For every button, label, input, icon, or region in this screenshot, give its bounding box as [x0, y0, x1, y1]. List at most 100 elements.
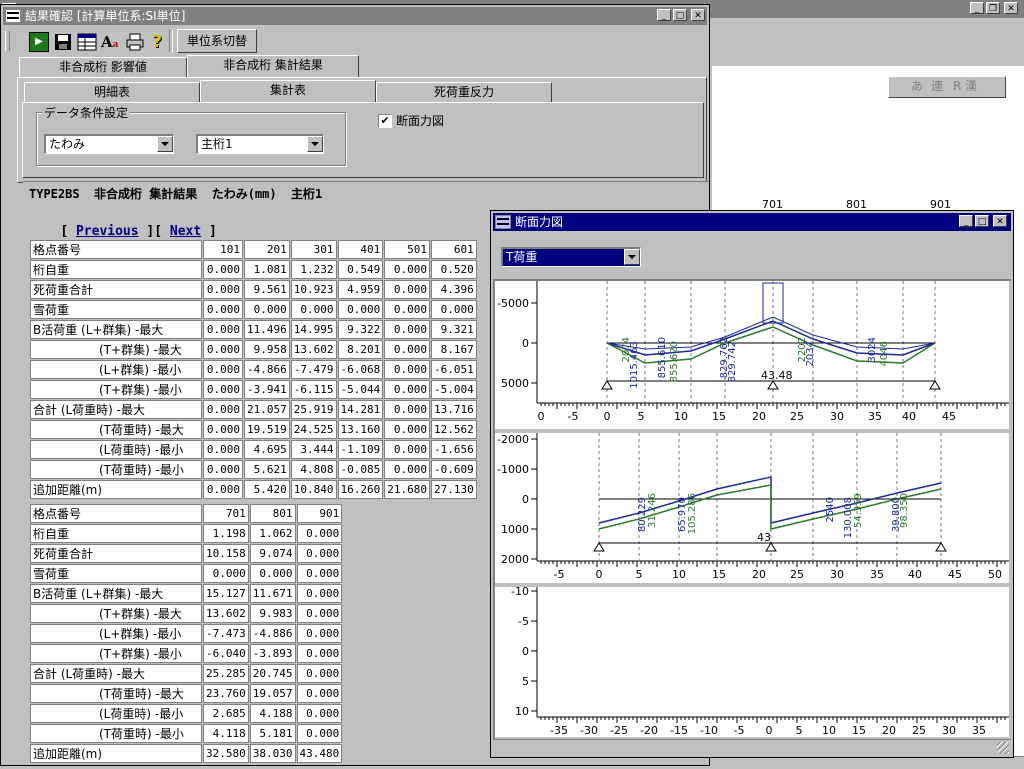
x-tick-label: 35 [972, 724, 986, 737]
moment-value-label: 1015.463 [629, 341, 640, 389]
bg-close-button[interactable]: ✕ [1004, 2, 1018, 14]
value-cell: 0.000 [296, 584, 343, 603]
tab-aggregate-results[interactable]: 非合成桁 集計結果 [187, 55, 359, 77]
value-cell: 5.420 [244, 480, 290, 499]
maximize-button[interactable]: □ [673, 9, 687, 21]
x-tick-label: 10 [672, 568, 686, 581]
tab-influence-values[interactable]: 非合成桁 影響値 [19, 57, 187, 77]
value-cell: -0.609 [431, 460, 477, 479]
value-cell: -5.004 [431, 380, 477, 399]
y-tick-label: 0 [522, 337, 529, 350]
x-tick-label: 15 [852, 724, 866, 737]
value-cell: 13.602 [290, 340, 337, 359]
moment-value-label: 855.620 [669, 341, 680, 382]
app-icon [5, 9, 21, 23]
table-row: 桁自重 0.000 1.081 1.232 0.549 0.000 0.520 [30, 260, 477, 279]
section-force-titlebar[interactable]: 断面力図 _ □ ✕ [493, 213, 1011, 231]
unit-switch-button[interactable]: 単位系切替 [177, 29, 257, 53]
y-tick-label: 0 [522, 645, 529, 658]
section-maximize-button[interactable]: □ [975, 215, 989, 227]
column-header-101: 101 [203, 240, 243, 259]
tab-details[interactable]: 明細表 [24, 82, 200, 102]
table-row: (L荷重時) -最小 0.000 4.695 3.444 -1.109 0.000 -1.6… [30, 440, 477, 459]
font-icon[interactable]: Aa [101, 32, 121, 52]
chevron-down-icon[interactable] [307, 136, 323, 152]
value-cell: 0.000 [431, 300, 477, 319]
x-tick-label: 25 [912, 724, 926, 737]
tab-dead-load-reaction[interactable]: 死荷重反力 [376, 82, 552, 102]
value-cell: -7.473 [203, 624, 249, 643]
summary-table-1: 格点番号 101 201 301 401 501 601 桁自重 0.000 1.081 1.232… [29, 239, 478, 500]
section-force-title: 断面力図 [515, 215, 564, 229]
save-icon[interactable] [53, 32, 73, 52]
table-row: B活荷重 (L+群集) -最大 0.000 11.496 14.995 9.322 0.0… [30, 320, 477, 339]
girder-select[interactable]: 主桁1 [196, 134, 324, 154]
result-window-titlebar[interactable]: 結果確認 [計算単位系:SI単位] _ □ ✕ [3, 7, 707, 25]
value-cell: 14.281 [337, 400, 384, 419]
value-cell: 3.444 [290, 440, 337, 459]
section-window-icon [495, 215, 511, 229]
x-tick-label: 25 [790, 568, 804, 581]
table-row: 桁自重 1.198 1.062 0.000 [30, 524, 343, 543]
x-tick-label: 15 [712, 410, 726, 423]
next-link[interactable]: Next [170, 224, 201, 239]
value-cell: 4.959 [337, 280, 384, 299]
column-header-601: 601 [431, 240, 477, 259]
value-cell: -6.051 [431, 360, 477, 379]
result-type-select[interactable]: たわみ [44, 134, 174, 154]
y-tick-label: -5 [518, 615, 529, 628]
minimize-button[interactable]: _ [657, 9, 671, 21]
bg-minimize-button[interactable]: _ [970, 2, 984, 14]
value-cell: 11.496 [244, 320, 290, 339]
value-cell: 0.000 [296, 724, 343, 743]
export-icon[interactable]: ▶ [29, 32, 49, 52]
table-row: (T荷重時) -最小 4.118 5.181 0.000 [30, 724, 343, 743]
row-label-cell: (L+群集) -最小 [30, 624, 202, 643]
summary-table-2: 格点番号 701 801 901 桁自重 1.198 1.062 0.000 死荷重合計 10.1… [29, 503, 344, 764]
section-minimize-button[interactable]: _ [959, 215, 973, 227]
bg-restore-button[interactable]: ❐ [986, 2, 1000, 14]
value-cell: 0.000 [296, 604, 343, 623]
resize-grip-icon[interactable] [997, 742, 1009, 754]
value-cell: 0.000 [244, 300, 290, 319]
support-triangle [935, 542, 947, 552]
previous-link[interactable]: Previous [76, 224, 139, 239]
column-header-501: 501 [384, 240, 430, 259]
load-case-select[interactable]: T荷重 [501, 247, 641, 267]
section-force-checkbox[interactable]: ✔ [378, 114, 392, 128]
section-close-button[interactable]: ✕ [993, 215, 1007, 227]
ime-r[interactable]: R [953, 77, 961, 95]
table-row: (L+群集) -最小 0.000 -4.866 -7.479 -6.068 0.000 -6… [30, 360, 477, 379]
value-cell: 4.188 [249, 704, 296, 723]
column-header-301: 301 [290, 240, 337, 259]
section-force-checkbox-label[interactable]: 断面力図 [396, 112, 444, 129]
moment-value-label: 855.610 [657, 337, 668, 378]
print-icon[interactable] [125, 32, 145, 52]
value-cell: 0.000 [384, 420, 430, 439]
help-icon[interactable]: ? [147, 32, 167, 52]
value-cell: -0.085 [337, 460, 384, 479]
row-label-cell: 死荷重合計 [30, 280, 202, 299]
tab-summary[interactable]: 集計表 [200, 80, 376, 102]
value-cell: 0.549 [337, 260, 384, 279]
support-triangle [601, 380, 613, 390]
table-icon[interactable] [77, 32, 97, 52]
table-row: 合計 (L荷重時) -最大 0.000 21.057 25.919 14.281 0.00… [30, 400, 477, 419]
ime-kan[interactable]: 漢 [965, 77, 977, 95]
chevron-down-icon[interactable] [624, 249, 640, 265]
empty-plot-svg: -10 -5 0 5 10 -35 -30 -25 -20 -15 -10 -5 0 5 10 15 20 25 3… [495, 585, 1009, 737]
value-cell: 4.808 [290, 460, 337, 479]
value-cell: 0.000 [384, 340, 430, 359]
ime-toolbar[interactable]: あ 連 R 漢 [888, 76, 1006, 98]
x-tick-label: 0 [538, 410, 545, 423]
section-status-bar [493, 739, 1011, 756]
value-cell: 21.680 [384, 480, 430, 499]
x-tick-label: -25 [610, 724, 628, 737]
chevron-down-icon[interactable] [157, 136, 173, 152]
ime-ren[interactable]: 連 [931, 77, 943, 95]
close-button[interactable]: ✕ [691, 9, 705, 21]
ime-hiragana[interactable]: あ [911, 77, 923, 95]
row-label-cell: (T荷重時) -最大 [30, 420, 202, 439]
toolbar-grip [5, 31, 10, 51]
table-row: (T+群集) -最小 0.000 -3.941 -6.115 -5.044 0.000 -5… [30, 380, 477, 399]
